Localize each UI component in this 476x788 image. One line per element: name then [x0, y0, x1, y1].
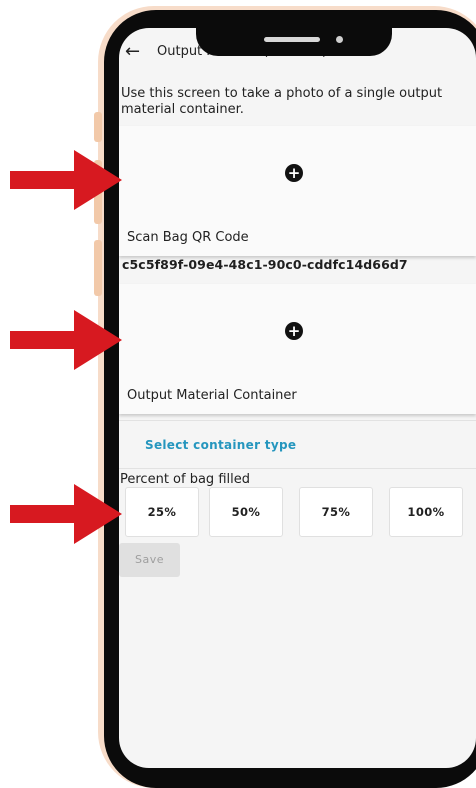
red-arrow-icon [10, 310, 122, 370]
phone-screen: ← Output Material (Discrete) Use this sc… [119, 28, 476, 768]
percent-option-25[interactable]: 25% [125, 487, 199, 537]
select-container-type-link[interactable]: Select container type [145, 438, 296, 452]
phone-notch [196, 10, 392, 56]
percent-option-50[interactable]: 50% [209, 487, 283, 537]
percent-filled-label: Percent of bag filled [120, 472, 250, 487]
add-circle-icon[interactable]: + [285, 164, 303, 182]
phone-side-button [94, 112, 102, 142]
output-container-label: Output Material Container [127, 388, 297, 403]
output-container-card[interactable]: + Output Material Container [119, 284, 476, 414]
intro-text: Use this screen to take a photo of a sin… [121, 86, 443, 117]
percent-option-100[interactable]: 100% [389, 487, 463, 537]
phone-side-button [94, 240, 102, 296]
divider [119, 468, 476, 469]
percent-option-75[interactable]: 75% [299, 487, 373, 537]
scan-bag-label: Scan Bag QR Code [127, 230, 249, 245]
add-circle-icon[interactable]: + [285, 322, 303, 340]
save-button[interactable]: Save [119, 543, 180, 577]
back-arrow-icon[interactable]: ← [125, 42, 140, 62]
phone-camera [336, 36, 343, 43]
red-arrow-icon [10, 484, 122, 544]
divider [119, 420, 476, 421]
scanned-bag-id: c5c5f89f-09e4-48c1-90c0-cddfc14d66d7 [122, 257, 408, 272]
red-arrow-icon [10, 150, 122, 210]
phone-speaker [264, 37, 320, 42]
scan-bag-card[interactable]: + Scan Bag QR Code [119, 126, 476, 256]
